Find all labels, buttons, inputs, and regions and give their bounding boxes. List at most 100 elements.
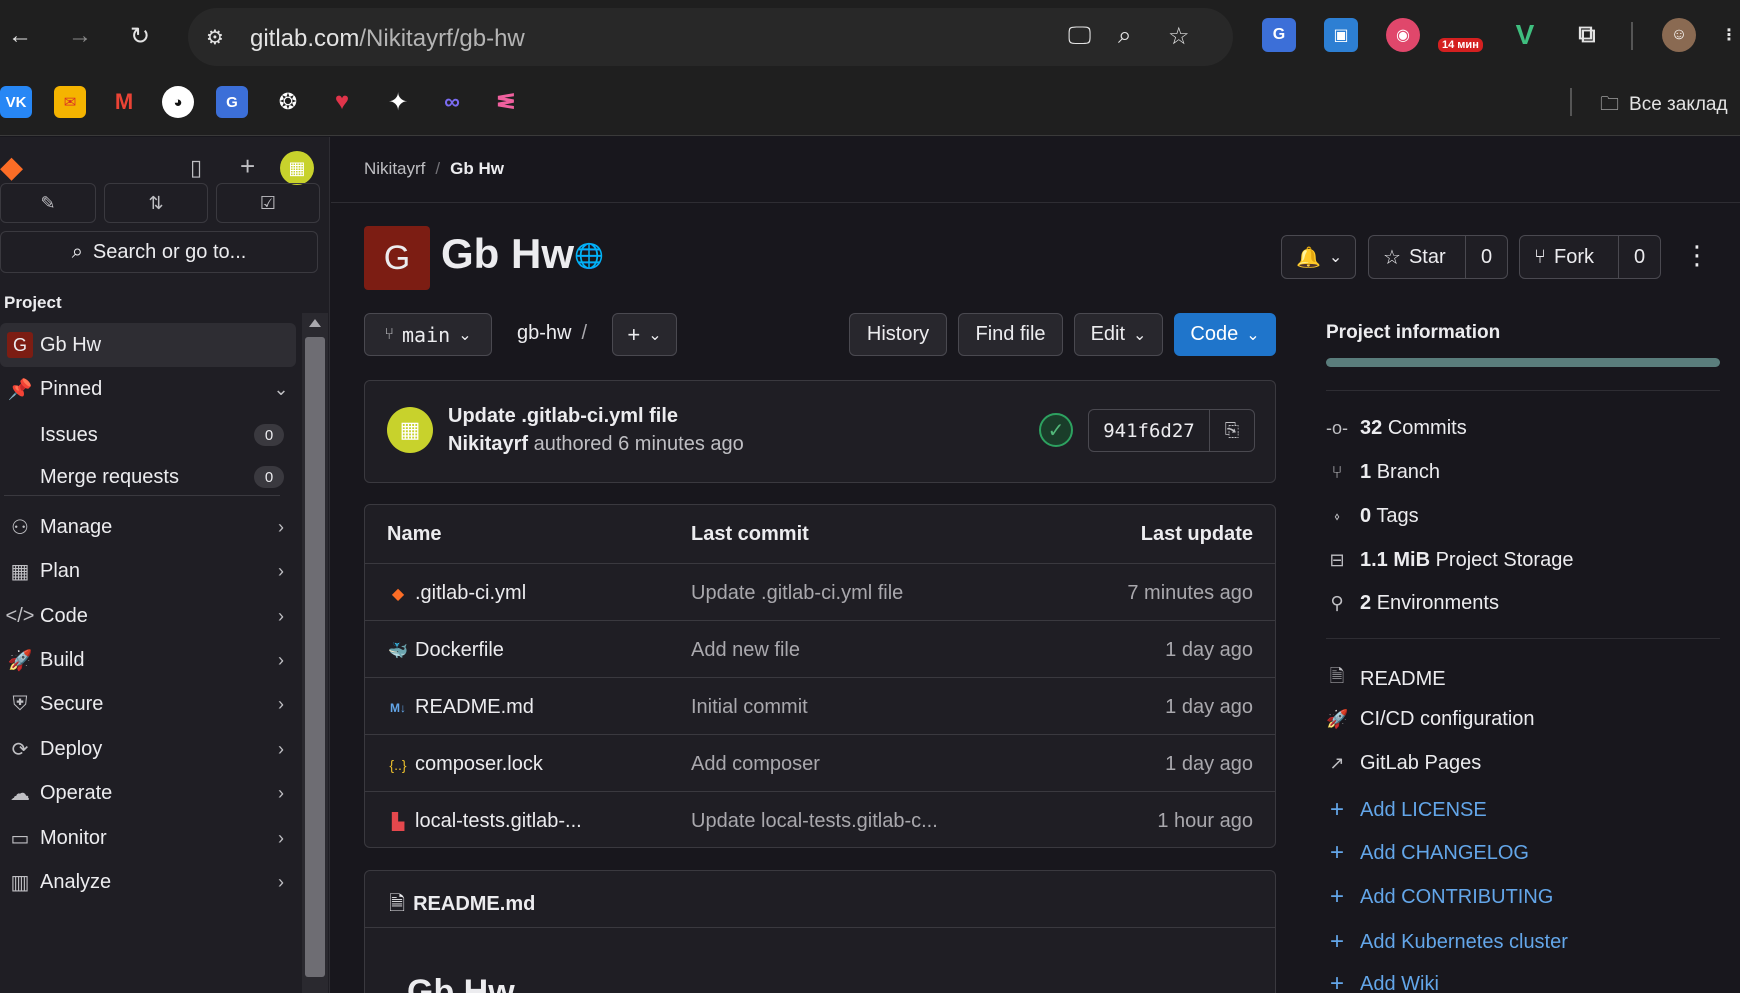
add-contributing-link[interactable]: + Add CONTRIBUTING	[1326, 883, 1553, 911]
sidebar-item-build[interactable]: 🚀 Build ›	[0, 638, 296, 682]
address-bar[interactable]: ⚙ gitlab.com/Nikitayrf/gb-hw 🖵 ⌕ ☆	[188, 8, 1233, 66]
commit-author-link[interactable]: Nikitayrf	[448, 433, 528, 455]
table-row[interactable]: ◆ .gitlab-ci.yml Update .gitlab-ci.yml fi…	[365, 564, 1275, 621]
sidebar-scrollbar[interactable]	[302, 313, 328, 993]
sidebar-item-operate[interactable]: ☁ Operate ›	[0, 771, 296, 815]
table-row[interactable]: ▙ local-tests.gitlab-... Update local-tes…	[365, 792, 1275, 849]
branches-stat[interactable]: ⑂ 1 Branch	[1326, 461, 1440, 484]
translate-extension-icon[interactable]: G	[1262, 18, 1296, 52]
all-bookmarks-folder[interactable]: 🗀 Все заклад	[1600, 90, 1728, 122]
sidebar-item-deploy[interactable]: ⟳ Deploy ›	[0, 727, 296, 771]
scrollbar-thumb[interactable]	[305, 337, 325, 977]
sidebar-item-issues[interactable]: Issues 0	[0, 413, 296, 457]
breadcrumb-project[interactable]: Gb Hw	[450, 159, 504, 178]
commit-author-avatar[interactable]: ▦	[387, 407, 433, 453]
file-link[interactable]: .gitlab-ci.yml	[415, 582, 526, 605]
back-icon[interactable]: ←	[2, 18, 38, 54]
cicd-configuration-link[interactable]: 🚀 CI/CD configuration	[1326, 708, 1535, 731]
pipeline-passed-icon[interactable]: ✓	[1039, 413, 1073, 447]
branch-switcher[interactable]: ⑂ main ⌄	[364, 313, 492, 356]
gmail-bookmark-icon[interactable]: M	[108, 86, 140, 118]
search-button[interactable]: ⌕ Search or go to...	[0, 231, 318, 273]
fork-count[interactable]: 0	[1618, 236, 1660, 278]
todo-shortcut-icon[interactable]: ☑	[216, 183, 320, 223]
find-file-button[interactable]: Find file	[958, 313, 1063, 356]
copy-sha-icon[interactable]: ⎘	[1210, 410, 1254, 451]
profile-avatar[interactable]: ☺	[1662, 18, 1696, 52]
edit-dropdown[interactable]: Edit ⌄	[1074, 313, 1163, 356]
screen-extension-icon[interactable]: ▣	[1324, 18, 1358, 52]
more-actions-icon[interactable]: ⋮	[1684, 240, 1710, 271]
extensions-puzzle-icon[interactable]: ⧉	[1570, 18, 1604, 52]
sidebar-item-secure[interactable]: ⛨ Secure ›	[0, 682, 296, 726]
commit-link[interactable]: Update local-tests.gitlab-c...	[691, 810, 938, 833]
translate-bookmark-icon[interactable]: G	[216, 86, 248, 118]
openai-bookmark-icon[interactable]: ❂	[272, 86, 304, 118]
fork-button[interactable]: ⑂ Fork 0	[1519, 235, 1661, 279]
add-license-link[interactable]: + Add LICENSE	[1326, 796, 1487, 824]
add-wiki-link[interactable]: + Add Wiki	[1326, 970, 1439, 993]
zoom-icon[interactable]: ⌕	[1118, 22, 1131, 50]
readme-filename[interactable]: README.md	[413, 893, 535, 915]
create-new-icon[interactable]: +	[240, 151, 255, 182]
environments-stat[interactable]: ⚲ 2 Environments	[1326, 592, 1499, 615]
sidebar-item-plan[interactable]: ▦ Plan ›	[0, 549, 296, 593]
forward-icon[interactable]: →	[62, 18, 98, 54]
commit-title-link[interactable]: Update .gitlab-ci.yml file	[448, 405, 678, 428]
star-button[interactable]: ☆ Star 0	[1368, 235, 1508, 279]
history-button[interactable]: History	[849, 313, 947, 356]
table-row[interactable]: 🐳 Dockerfile Add new file 1 day ago	[365, 621, 1275, 678]
vue-extension-icon[interactable]: V	[1508, 18, 1542, 52]
bookmark-star-icon[interactable]: ☆	[1168, 22, 1190, 51]
github-bookmark-icon[interactable]: ◕	[162, 86, 194, 118]
repo-path-root[interactable]: gb-hw	[517, 322, 571, 344]
timer-extension-icon[interactable]: 14 мин	[1438, 18, 1490, 52]
color-extension-icon[interactable]: ◉	[1386, 18, 1420, 52]
sidebar-item-monitor[interactable]: ▭ Monitor ›	[0, 816, 296, 860]
file-link[interactable]: composer.lock	[415, 753, 543, 776]
pink-bookmark-icon[interactable]: ᓬ	[490, 86, 522, 118]
merge-requests-shortcut-icon[interactable]: ⇅	[104, 183, 208, 223]
sidebar-item-manage[interactable]: ⚇ Manage ›	[0, 505, 296, 549]
issues-shortcut-icon[interactable]: ✎	[0, 183, 96, 223]
commit-link[interactable]: Add new file	[691, 639, 800, 662]
notifications-dropdown[interactable]: 🔔 ⌄	[1281, 235, 1356, 279]
sidebar-item-merge-requests[interactable]: Merge requests 0	[0, 455, 296, 499]
scroll-up-arrow[interactable]	[309, 319, 321, 327]
sidebar-item-project[interactable]: G Gb Hw	[0, 323, 296, 367]
sidebar-item-analyze[interactable]: ▥ Analyze ›	[0, 860, 296, 904]
url-text[interactable]: gitlab.com/Nikitayrf/gb-hw	[250, 25, 525, 53]
file-link[interactable]: local-tests.gitlab-...	[415, 810, 582, 833]
site-settings-icon[interactable]: ⚙	[206, 25, 224, 50]
gitlab-logo-icon[interactable]: ◆	[0, 151, 34, 185]
code-dropdown[interactable]: Code ⌄	[1174, 313, 1276, 356]
gitlab-pages-link[interactable]: ↗ GitLab Pages	[1326, 752, 1481, 775]
storage-stat[interactable]: ⊟ 1.1 MiB Project Storage	[1326, 549, 1573, 572]
commits-stat[interactable]: -o- 32 Commits	[1326, 417, 1467, 440]
table-row[interactable]: M↓ README.md Initial commit 1 day ago	[365, 678, 1275, 735]
tags-stat[interactable]: ⬫ 0 Tags	[1326, 505, 1418, 528]
breadcrumb-owner[interactable]: Nikitayrf	[364, 159, 425, 178]
readme-link[interactable]: 🗎 README	[1326, 664, 1446, 694]
star-count[interactable]: 0	[1465, 236, 1507, 278]
user-avatar[interactable]: ▦	[280, 151, 314, 185]
sidebar-item-pinned[interactable]: 📌 Pinned ⌄	[0, 367, 296, 411]
language-bar[interactable]	[1326, 358, 1720, 367]
loop-bookmark-icon[interactable]: ∞	[436, 86, 468, 118]
install-app-icon[interactable]: 🖵	[1068, 22, 1091, 50]
sparkle-bookmark-icon[interactable]: ✦	[382, 86, 414, 118]
commit-link[interactable]: Update .gitlab-ci.yml file	[691, 582, 903, 605]
table-row[interactable]: {..} composer.lock Add composer 1 day ago	[365, 735, 1275, 792]
file-link[interactable]: README.md	[415, 696, 534, 719]
file-link[interactable]: Dockerfile	[415, 639, 504, 662]
add-kubernetes-cluster-link[interactable]: + Add Kubernetes cluster	[1326, 928, 1568, 956]
collapse-sidebar-icon[interactable]: ▯	[190, 155, 202, 181]
add-to-tree-dropdown[interactable]: + ⌄	[612, 313, 677, 356]
sidebar-item-code[interactable]: </> Code ›	[0, 594, 296, 638]
commit-link[interactable]: Add composer	[691, 753, 820, 776]
browser-menu-icon[interactable]: ⋮	[1718, 18, 1740, 52]
commit-sha[interactable]: 941f6d27	[1089, 410, 1210, 451]
heart-bookmark-icon[interactable]: ♥	[326, 86, 358, 118]
vk-bookmark-icon[interactable]: VK	[0, 86, 32, 118]
reload-icon[interactable]: ↻	[122, 18, 158, 54]
